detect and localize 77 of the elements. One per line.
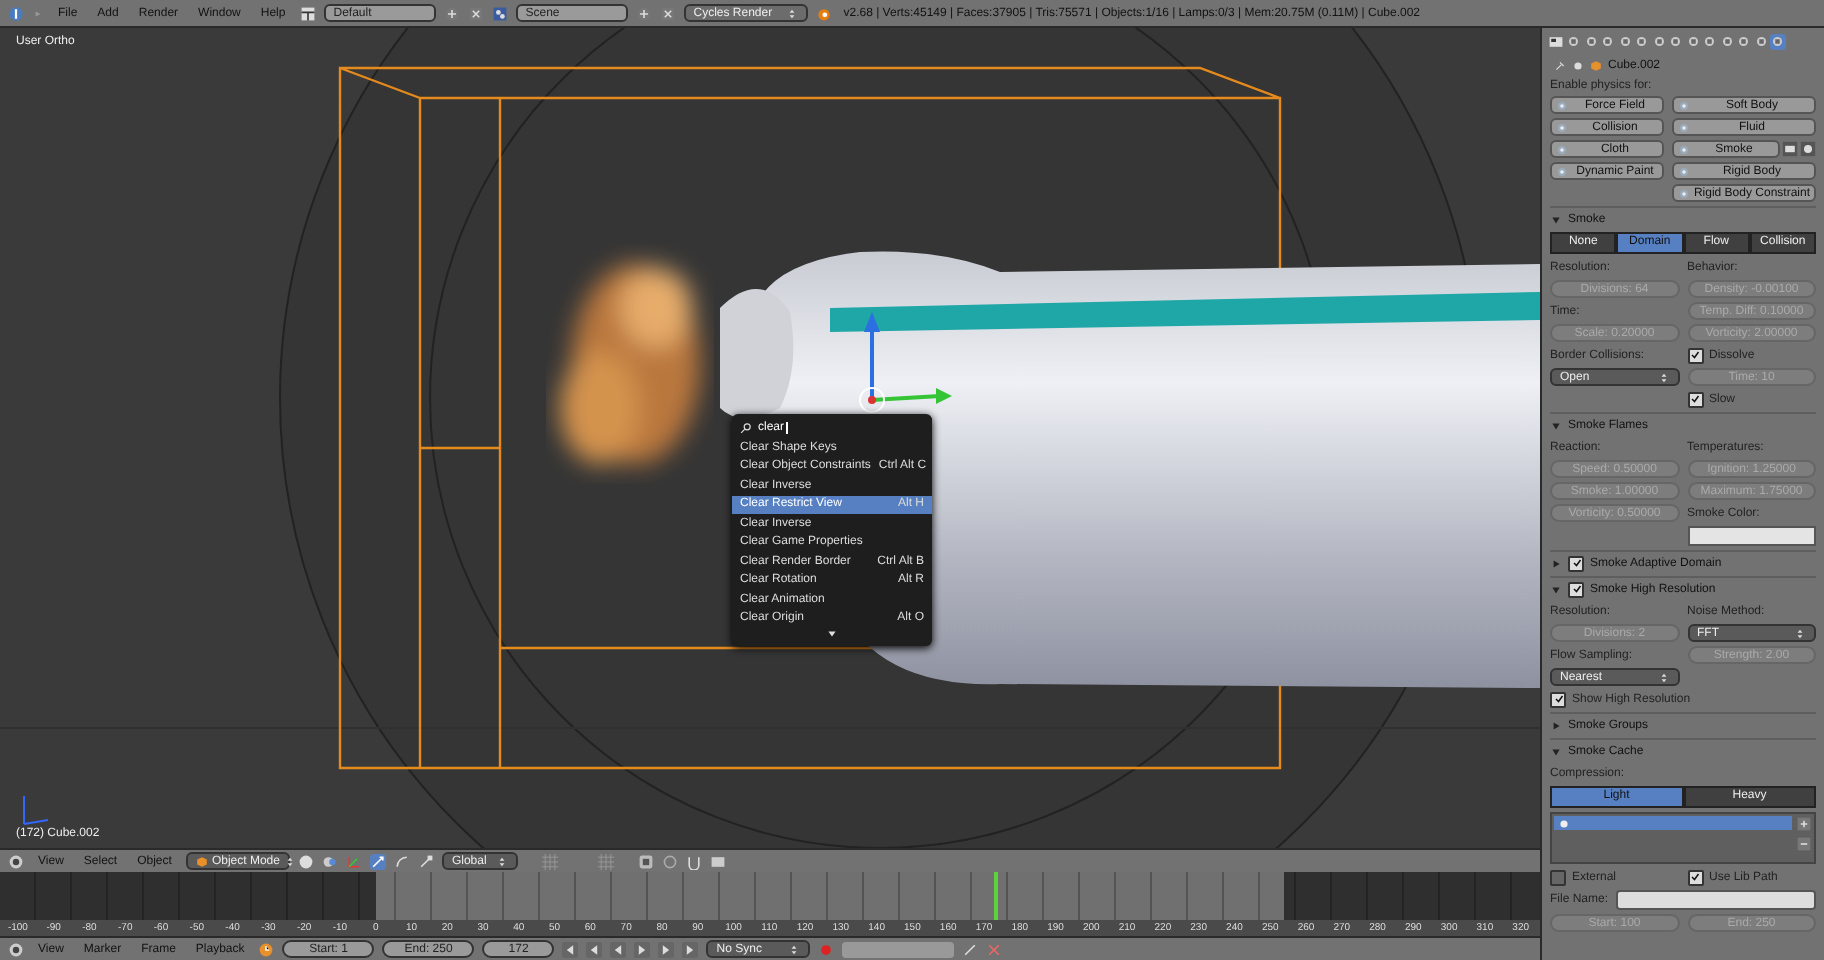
checkbox[interactable] [1568,581,1584,597]
editor-type-icon[interactable] [1548,34,1564,50]
checkbox[interactable] [1568,555,1584,571]
pivot-icon[interactable] [321,853,338,869]
manipulator-icon[interactable] [345,853,362,869]
color-swatch[interactable] [1687,526,1816,546]
jump-end-icon[interactable] [682,941,699,957]
viewport-toggle-icon[interactable] [1782,140,1798,158]
play-reverse-icon[interactable] [610,941,627,957]
context-tab-icon[interactable] [1634,34,1649,50]
add-icon[interactable] [443,5,460,21]
checkmark-icon [1571,558,1581,568]
logo-icon [815,5,832,21]
context-tab-icon[interactable] [1617,34,1632,50]
render-toggle-icon[interactable] [1800,140,1816,158]
clock-icon[interactable] [258,941,275,957]
editor-type-icon[interactable] [8,853,24,869]
checkmark-icon [1553,694,1563,704]
context-tab-icon[interactable] [1753,34,1768,50]
editor-type-icon[interactable] [8,941,24,957]
scene-icon[interactable] [491,5,508,21]
up-down-arrows-icon [1657,671,1669,683]
checkbox[interactable] [1687,391,1703,407]
up-down-arrows-icon [1657,371,1669,383]
up-down-arrows-icon [785,7,798,19]
keyframe-forward-icon[interactable] [658,941,675,957]
lock-icon[interactable] [637,853,654,869]
up-down-arrows-icon [788,943,801,955]
keyframe-back-icon[interactable] [586,941,603,957]
up-down-arrows-icon [283,855,296,867]
checkbox[interactable] [1687,347,1703,363]
insert-key-icon[interactable] [962,941,979,957]
checkmark-icon [1690,394,1700,404]
scale-icon[interactable] [417,853,434,869]
shading-sphere-icon[interactable] [297,853,314,869]
search-icon [740,422,752,434]
context-tab-icon[interactable] [1566,34,1581,50]
jump-start-icon[interactable] [562,941,579,957]
up-down-arrows-icon [495,855,508,867]
add-icon[interactable] [635,5,652,21]
context-tab-icon[interactable] [1736,34,1751,50]
checkbox[interactable] [1550,869,1566,885]
more-arrow-icon[interactable] [826,628,838,640]
remove-icon[interactable] [1796,836,1812,852]
text-input[interactable] [1616,890,1816,910]
checkbox[interactable] [1687,869,1703,885]
rotate-icon[interactable] [393,853,410,869]
play-icon[interactable] [634,941,651,957]
checkmark-icon [1690,350,1700,360]
context-tab-icon[interactable] [1719,34,1734,50]
snap-icon[interactable] [685,853,702,869]
cache-item-icon [1558,817,1570,829]
context-tab-icon[interactable] [1685,34,1700,50]
info-editor-icon[interactable] [8,5,24,21]
checkbox[interactable] [1550,691,1566,707]
proportional-edit-icon[interactable] [661,853,678,869]
up-down-arrows-icon [1794,627,1806,639]
pin-icon[interactable] [1554,60,1566,72]
object-icon [1572,60,1584,72]
checkmark-icon [1690,872,1700,882]
context-tab-icon[interactable] [1668,34,1683,50]
cube-icon [1590,60,1602,72]
cube-icon [195,855,208,867]
add-icon[interactable] [1796,816,1812,832]
context-tab-icon[interactable] [1600,34,1615,50]
screen-layout-icon[interactable] [299,5,316,21]
checkmark-icon [1571,584,1581,594]
keying-set-field[interactable] [842,941,955,957]
translate-icon[interactable] [369,853,386,869]
playhead-line[interactable] [993,872,998,920]
context-tab-icon[interactable] [1702,34,1717,50]
context-tab-icon[interactable] [1651,34,1666,50]
context-tab-icon[interactable] [1770,34,1785,50]
close-icon[interactable] [659,5,676,21]
render-image-icon[interactable] [709,853,726,869]
context-tab-icon[interactable] [1583,34,1598,50]
close-icon[interactable] [467,5,484,21]
